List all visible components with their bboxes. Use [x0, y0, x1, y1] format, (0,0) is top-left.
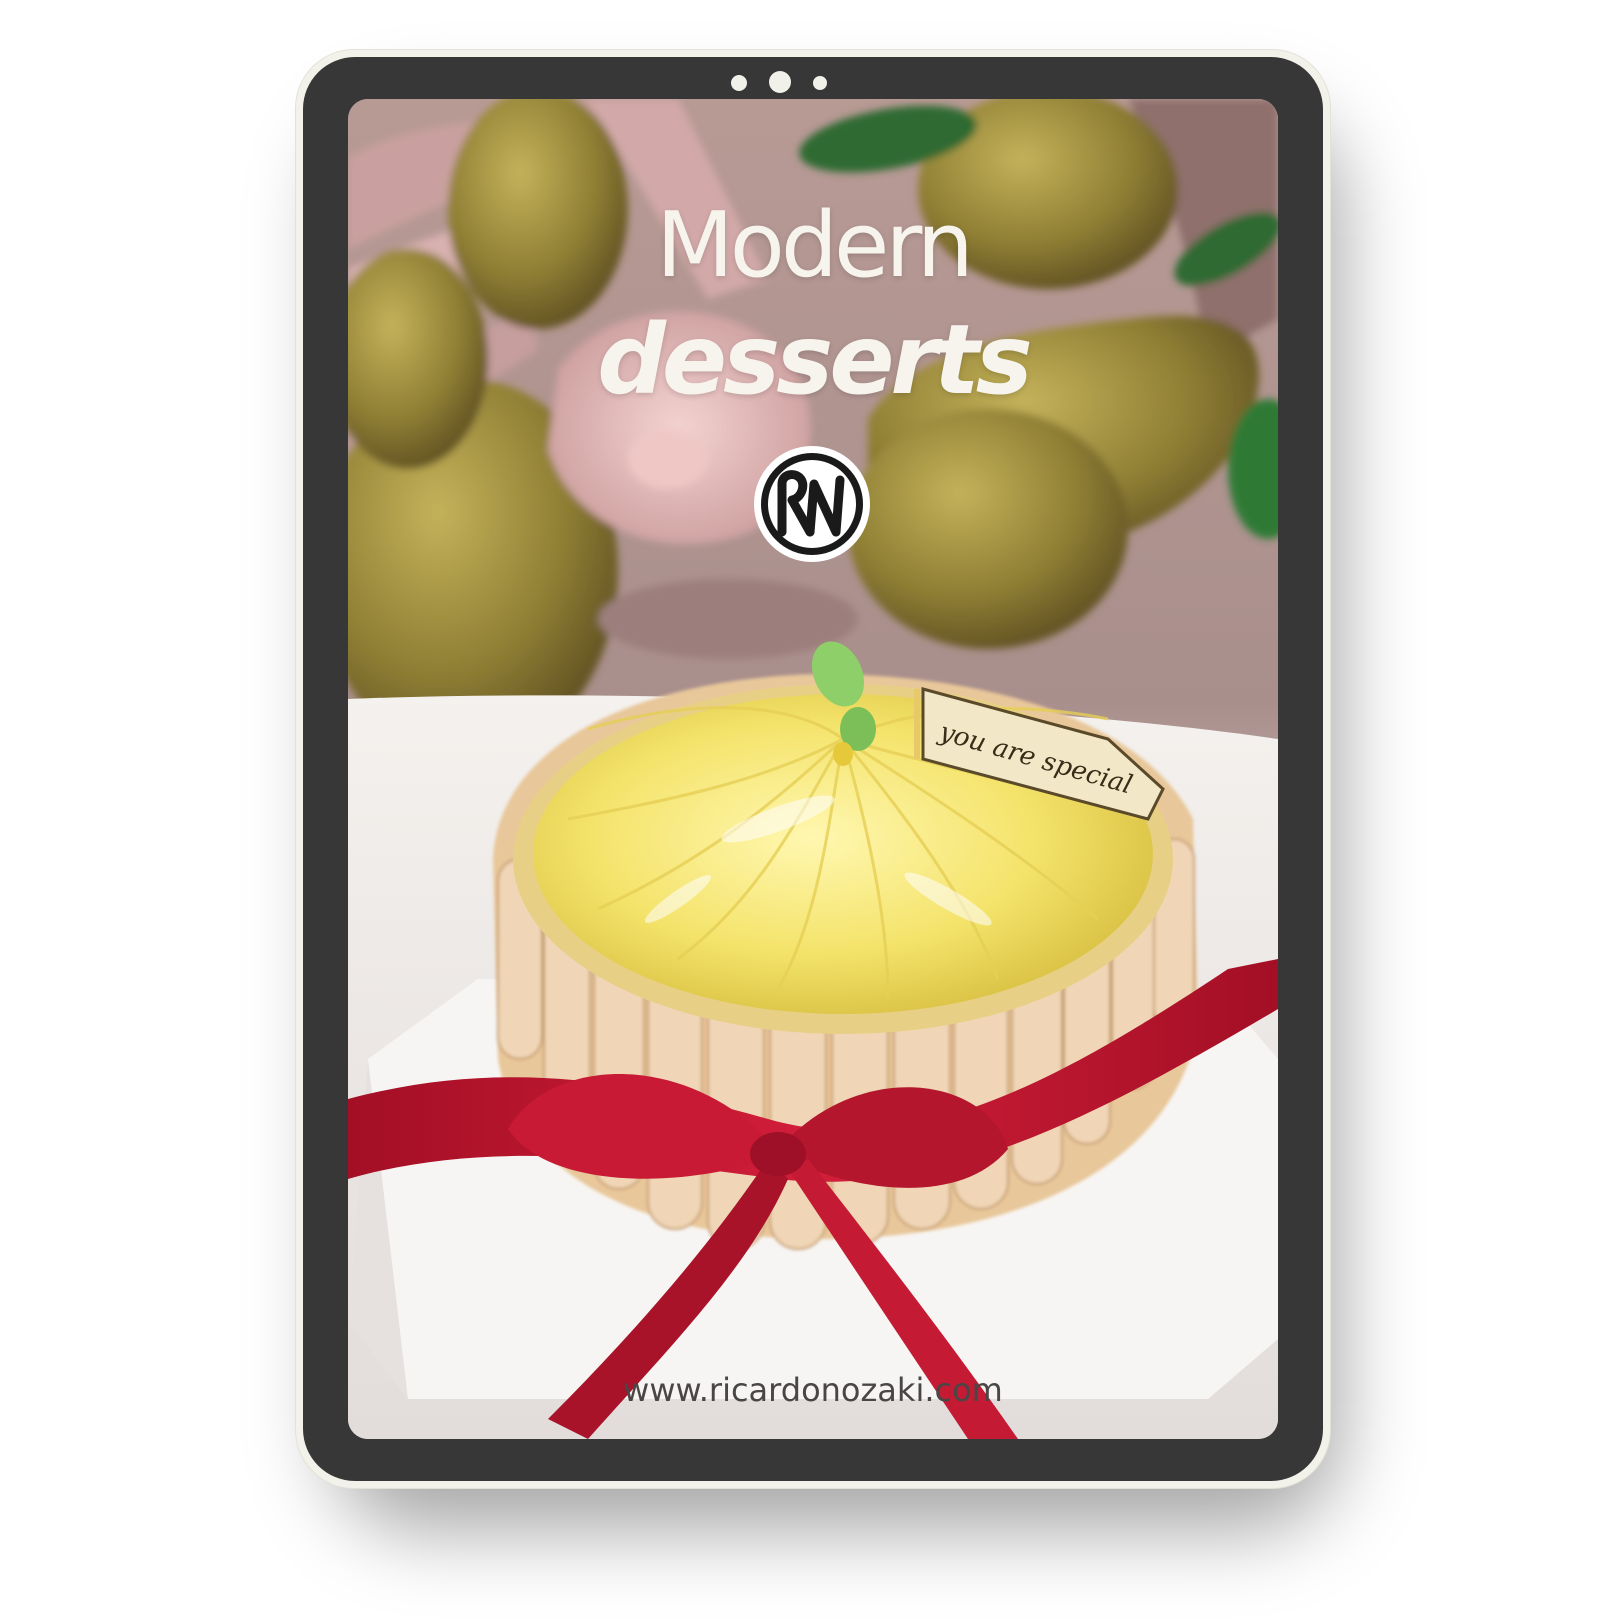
- rn-logo-badge: RN: [754, 446, 870, 562]
- cover-title-line2: desserts: [597, 304, 1033, 416]
- ebook-cover-screen: you are special Modern desserts RN www.r…: [348, 99, 1278, 1439]
- camera-dot-icon: [731, 75, 747, 91]
- cover-title-line1: Modern: [656, 193, 974, 298]
- camera-lens-icon: [769, 71, 791, 93]
- website-url[interactable]: www.ricardonozaki.com: [348, 1371, 1278, 1409]
- sensor-dot-icon: [813, 76, 827, 90]
- tablet-frame: you are special Modern desserts RN www.r…: [296, 50, 1330, 1488]
- tablet-bezel: you are special Modern desserts RN www.r…: [303, 57, 1323, 1481]
